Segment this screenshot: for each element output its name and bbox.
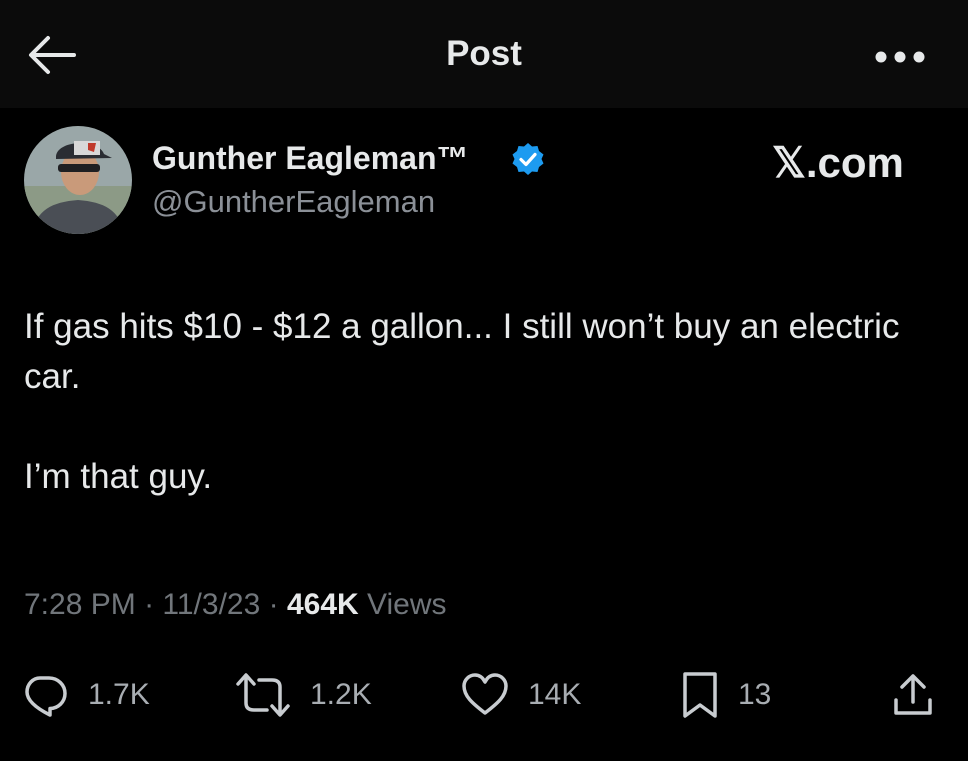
header-bar: Post <box>0 0 968 108</box>
author-display-name[interactable]: Gunther Eagleman™ <box>152 140 469 177</box>
heart-icon <box>462 673 508 715</box>
bookmark-icon <box>683 672 717 718</box>
author-handle[interactable]: @GuntherEagleman <box>152 184 435 220</box>
bookmark-button[interactable]: 13 <box>680 665 771 725</box>
bookmark-count: 13 <box>738 678 772 711</box>
post-text: If gas hits $10 - $12 a gallon... I stil… <box>24 302 954 502</box>
brand-watermark: 𝕏.com <box>772 139 904 186</box>
share-icon <box>894 674 932 715</box>
meta-separator: · <box>260 588 287 621</box>
reply-count: 1.7K <box>88 678 150 711</box>
views-count: 464K <box>286 588 359 621</box>
repost-icon <box>236 673 290 717</box>
post-date[interactable]: 11/3/23 <box>162 588 260 621</box>
post-metadata: 7:28 PM · 11/3/23 · 464K Views <box>24 588 447 622</box>
page-title: Post <box>446 34 522 73</box>
reply-icon <box>25 676 67 717</box>
post-paragraph: If gas hits $10 - $12 a gallon... I stil… <box>24 307 900 396</box>
share-button[interactable] <box>888 665 938 725</box>
more-options-button[interactable] <box>874 48 926 66</box>
reply-button[interactable]: 1.7K <box>20 665 150 725</box>
avatar[interactable] <box>24 126 132 234</box>
verified-badge-icon <box>512 143 544 175</box>
repost-count: 1.2K <box>310 678 372 711</box>
more-horizontal-icon <box>875 51 925 63</box>
views-label: Views <box>358 588 447 621</box>
post-time[interactable]: 7:28 PM <box>24 588 136 621</box>
meta-separator: · <box>135 588 163 621</box>
repost-button[interactable]: 1.2K <box>234 665 372 725</box>
post-paragraph: I’m that guy. <box>24 457 213 496</box>
like-count: 14K <box>528 678 582 711</box>
like-button[interactable]: 14K <box>460 665 581 725</box>
